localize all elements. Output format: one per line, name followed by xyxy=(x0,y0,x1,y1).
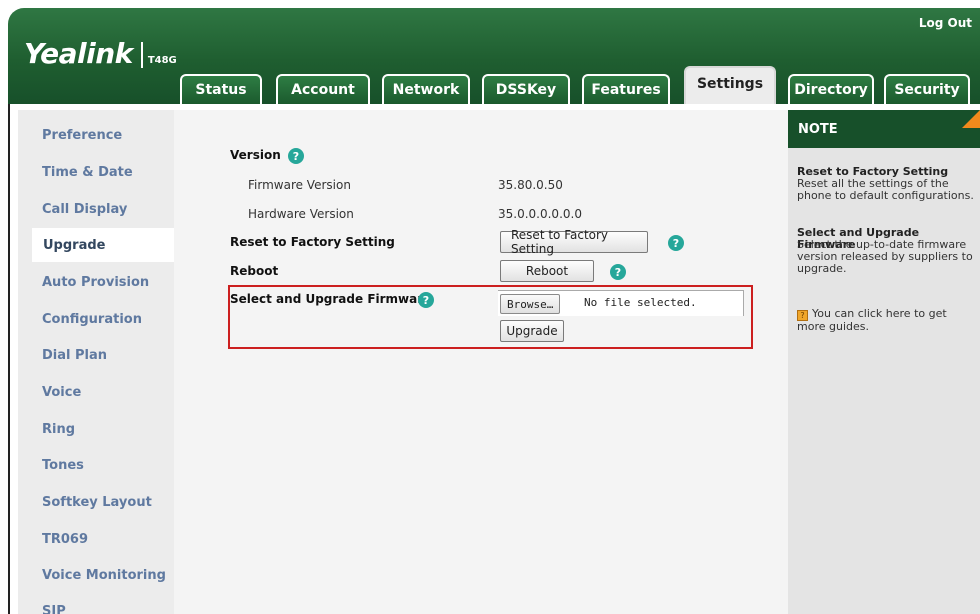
sidebar-item-sip[interactable]: SIP xyxy=(18,594,174,614)
firmware-version-label: Firmware Version xyxy=(248,178,351,192)
note-reset-text: Reset all the settings of the phone to d… xyxy=(797,177,974,202)
sidebar-item-ring[interactable]: Ring xyxy=(18,412,174,446)
help-icon[interactable]: ? xyxy=(668,235,684,251)
sidebar-item-time-date[interactable]: Time & Date xyxy=(18,155,174,189)
note-title: NOTE xyxy=(798,121,838,137)
sidebar-item-voice[interactable]: Voice xyxy=(18,375,174,409)
logo-text: Yealink xyxy=(24,37,133,70)
sidebar-item-tones[interactable]: Tones xyxy=(18,448,174,482)
sidebar-item-configuration[interactable]: Configuration xyxy=(18,302,174,336)
upgrade-panel: Version ? Firmware Version 35.80.0.50 Ha… xyxy=(174,110,788,614)
tab-settings[interactable]: Settings xyxy=(684,66,776,104)
tab-dsskey[interactable]: DSSKey xyxy=(482,74,570,104)
sidebar-item-upgrade[interactable]: Upgrade xyxy=(32,228,174,262)
note-corner-fold xyxy=(962,110,980,128)
reset-factory-label: Reset to Factory Setting xyxy=(230,235,395,249)
firmware-version-value: 35.80.0.50 xyxy=(498,178,563,192)
reboot-button[interactable]: Reboot xyxy=(500,260,594,282)
header-bar: Yealink T48G Log Out Status Account Netw… xyxy=(8,8,980,104)
yealink-logo: Yealink T48G xyxy=(24,40,177,68)
logout-link[interactable]: Log Out xyxy=(919,16,972,30)
tab-features[interactable]: Features xyxy=(582,74,670,104)
hardware-version-value: 35.0.0.0.0.0.0 xyxy=(498,207,582,221)
sidebar-item-call-display[interactable]: Call Display xyxy=(18,192,174,226)
sidebar-item-dial-plan[interactable]: Dial Plan xyxy=(18,338,174,372)
sidebar-item-preference[interactable]: Preference xyxy=(18,118,174,152)
sidebar-item-softkey-layout[interactable]: Softkey Layout xyxy=(18,485,174,519)
tab-directory[interactable]: Directory xyxy=(788,74,874,104)
reboot-label: Reboot xyxy=(230,264,279,278)
hardware-version-label: Hardware Version xyxy=(248,207,354,221)
tab-network[interactable]: Network xyxy=(382,74,470,104)
highlight-box xyxy=(228,285,753,349)
note-header: NOTE xyxy=(788,110,980,148)
window-left-border xyxy=(8,104,10,614)
help-icon[interactable]: ? xyxy=(610,264,626,280)
model-label: T48G xyxy=(147,55,177,66)
tab-status[interactable]: Status xyxy=(180,74,262,104)
note-guide-text: You can click here to get more guides. xyxy=(797,307,947,333)
logo-separator xyxy=(140,42,143,68)
note-panel: NOTE Reset to Factory Setting Reset all … xyxy=(788,110,980,614)
version-heading: Version xyxy=(230,148,281,162)
reset-factory-button[interactable]: Reset to Factory Setting xyxy=(500,228,648,256)
note-guide-link[interactable]: ? You can click here to get more guides. xyxy=(797,308,975,333)
tab-security[interactable]: Security xyxy=(884,74,970,104)
help-icon[interactable]: ? xyxy=(288,148,304,164)
sidebar-item-auto-provision[interactable]: Auto Provision xyxy=(18,265,174,299)
sidebar-item-tr069[interactable]: TR069 xyxy=(18,522,174,556)
sidebar-item-voice-monitoring[interactable]: Voice Monitoring xyxy=(18,558,174,592)
sidebar: Preference Time & Date Call Display Upgr… xyxy=(18,110,174,614)
tab-account[interactable]: Account xyxy=(276,74,370,104)
note-upgrade-text: Select the up-to-date firmware version r… xyxy=(797,238,973,275)
